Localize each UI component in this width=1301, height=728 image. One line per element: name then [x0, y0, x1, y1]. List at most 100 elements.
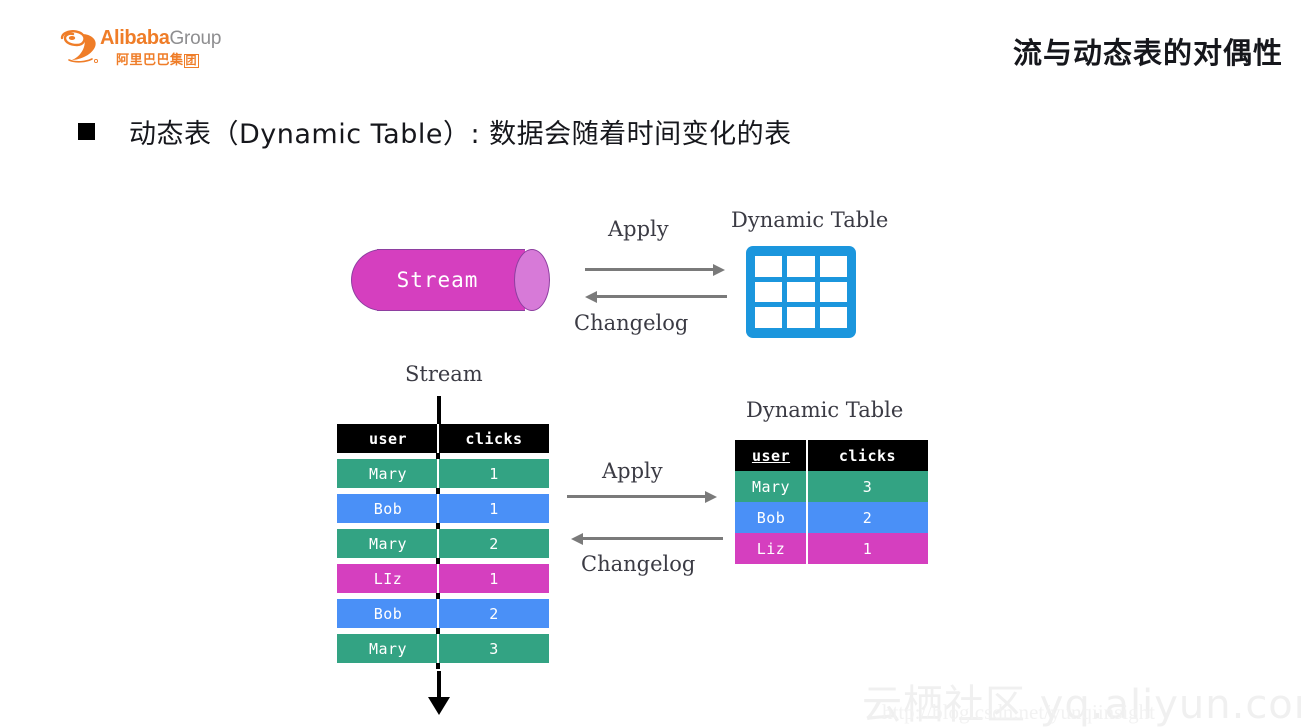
stream-table-heading: Stream [405, 362, 483, 386]
bullet-square-icon [78, 123, 95, 140]
stream-cell-user: Bob [373, 604, 403, 623]
dynamic-cell-user: Mary [751, 477, 791, 496]
stream-table-row: Mary 3 [337, 628, 549, 663]
alibaba-swoosh-icon [60, 30, 99, 64]
dynamic-cell-user: Liz [756, 539, 786, 558]
stream-row-divider [437, 599, 439, 628]
dynamic-cell-user: Bob [756, 508, 786, 527]
logo-brand-text: Alibaba [100, 27, 170, 49]
stream-timeline-arrow-head-icon [428, 697, 450, 715]
dynamic-row-divider [806, 533, 808, 564]
top-apply-arrow-line [585, 268, 715, 271]
top-apply-label: Apply [608, 217, 669, 241]
table-icon-cell [755, 256, 783, 277]
stream-cylinder-label: Stream [396, 268, 479, 292]
dynamic-header-divider [806, 440, 808, 471]
table-icon-cell [819, 256, 847, 277]
stream-table-row: Bob 1 [337, 488, 549, 523]
stream-cell-clicks: 3 [489, 639, 499, 658]
bottom-apply-label: Apply [602, 459, 663, 483]
dynamic-table-icon [746, 246, 856, 338]
table-icon-cell [787, 307, 815, 328]
logo-wordmark: AlibabaGroup [100, 27, 221, 50]
bottom-changelog-arrow-head-icon [571, 532, 583, 545]
stream-timeline-tick-top [437, 396, 441, 424]
table-icon-cell [819, 307, 847, 328]
dynamic-cell-clicks: 1 [862, 539, 873, 558]
dynamic-row-divider [806, 471, 808, 502]
bottom-changelog-arrow-line [583, 537, 723, 540]
table-icon-cell [755, 307, 783, 328]
dynamic-table-row: Liz 1 [735, 533, 928, 564]
stream-table-row: Bob 2 [337, 593, 549, 628]
stream-row-divider [437, 494, 439, 523]
stream-cell-clicks: 1 [489, 569, 499, 588]
logo-chinese-text: 阿里巴巴集团 [116, 49, 200, 68]
stream-table-header-row: user clicks [337, 424, 549, 453]
top-dynamic-table-label: Dynamic Table [731, 208, 889, 232]
logo-chinese-boxed: 团 [183, 54, 200, 68]
stream-table-row: Mary 1 [337, 453, 549, 488]
stream-row-divider [437, 529, 439, 558]
page-title: 流与动态表的对偶性 [1012, 36, 1283, 70]
stream-cell-clicks: 1 [489, 464, 499, 483]
dynamic-table-header-row: user clicks [735, 440, 928, 471]
bottom-apply-arrow-line [567, 495, 707, 498]
table-icon-cell [819, 281, 847, 303]
stream-timeline-tick [436, 488, 440, 494]
stream-table-row: Mary 2 [337, 523, 549, 558]
top-changelog-arrow-head-icon [585, 290, 597, 303]
dynamic-row-divider [806, 502, 808, 533]
dynamic-cell-clicks: 2 [862, 508, 873, 527]
top-changelog-arrow-line [597, 295, 727, 298]
stream-header-clicks: clicks [465, 429, 523, 448]
stream-cell-user: LIz [373, 569, 403, 588]
stream-cell-clicks: 2 [489, 534, 499, 553]
dynamic-table-row: Mary 3 [735, 471, 928, 502]
stream-cylinder-shape: Stream [351, 249, 550, 311]
top-changelog-label: Changelog [574, 311, 689, 335]
dynamic-table-row: Bob 2 [735, 502, 928, 533]
watermark-main-text: 云栖社区 yq.aliyun.com [862, 682, 1301, 728]
stream-row-divider [437, 634, 439, 663]
bullet-row: 动态表（Dynamic Table）: 数据会随着时间变化的表 [78, 112, 792, 151]
watermark: 云栖社区 yq.aliyun.com http://blog.csdn.net/… [862, 672, 1301, 728]
table-icon-cell [787, 256, 815, 277]
stream-row-divider [437, 564, 439, 593]
dynamic-cell-clicks: 3 [862, 477, 873, 496]
stream-timeline-tick [436, 593, 440, 599]
dynamic-header-user: user [751, 446, 791, 465]
stream-cell-user: Bob [373, 499, 403, 518]
stream-timeline-tick [436, 558, 440, 564]
stream-cell-clicks: 1 [489, 499, 499, 518]
top-apply-arrow-head-icon [713, 263, 725, 276]
stream-timeline-tick [436, 628, 440, 634]
stream-timeline-tick [436, 523, 440, 529]
alibaba-group-logo: AlibabaGroup 阿里巴巴集团 [58, 27, 228, 71]
stream-table-row: LIz 1 [337, 558, 549, 593]
stream-header-user: user [368, 429, 408, 448]
stream-timeline-tick [436, 453, 440, 459]
stream-cell-user: Mary [368, 639, 408, 658]
watermark-sub-text: http://blog.csdn.net/yunqiinsight [882, 700, 1155, 724]
stream-cell-user: Mary [368, 464, 408, 483]
table-icon-cell [787, 281, 815, 303]
slide-canvas: AlibabaGroup 阿里巴巴集团 流与动态表的对偶性 动态表（Dynami… [0, 0, 1301, 728]
dynamic-table-heading: Dynamic Table [746, 398, 904, 422]
dynamic-table: user clicks Mary 3 Bob 2 Liz 1 [735, 440, 928, 564]
stream-row-divider [437, 459, 439, 488]
stream-timeline-tick [436, 663, 440, 669]
bottom-apply-arrow-head-icon [705, 490, 717, 503]
stream-cell-clicks: 2 [489, 604, 499, 623]
logo-suffix-text: Group [169, 28, 222, 49]
stream-table-body: Mary 1 Bob 1 Mary 2 LIz 1 Bob 2 Mary 3 [337, 453, 549, 675]
table-icon-cell [755, 281, 783, 303]
stream-header-divider [437, 424, 439, 453]
stream-table: user clicks Mary 1 Bob 1 Mary 2 LIz 1 Bob 2 Mary 3 [337, 424, 549, 675]
dynamic-header-clicks: clicks [838, 446, 897, 465]
logo-chinese-main: 阿里巴巴集 [116, 53, 184, 68]
stream-cell-user: Mary [368, 534, 408, 553]
bottom-changelog-label: Changelog [581, 552, 696, 576]
bullet-text: 动态表（Dynamic Table）: 数据会随着时间变化的表 [129, 119, 792, 150]
dynamic-table-body: Mary 3 Bob 2 Liz 1 [735, 471, 928, 564]
